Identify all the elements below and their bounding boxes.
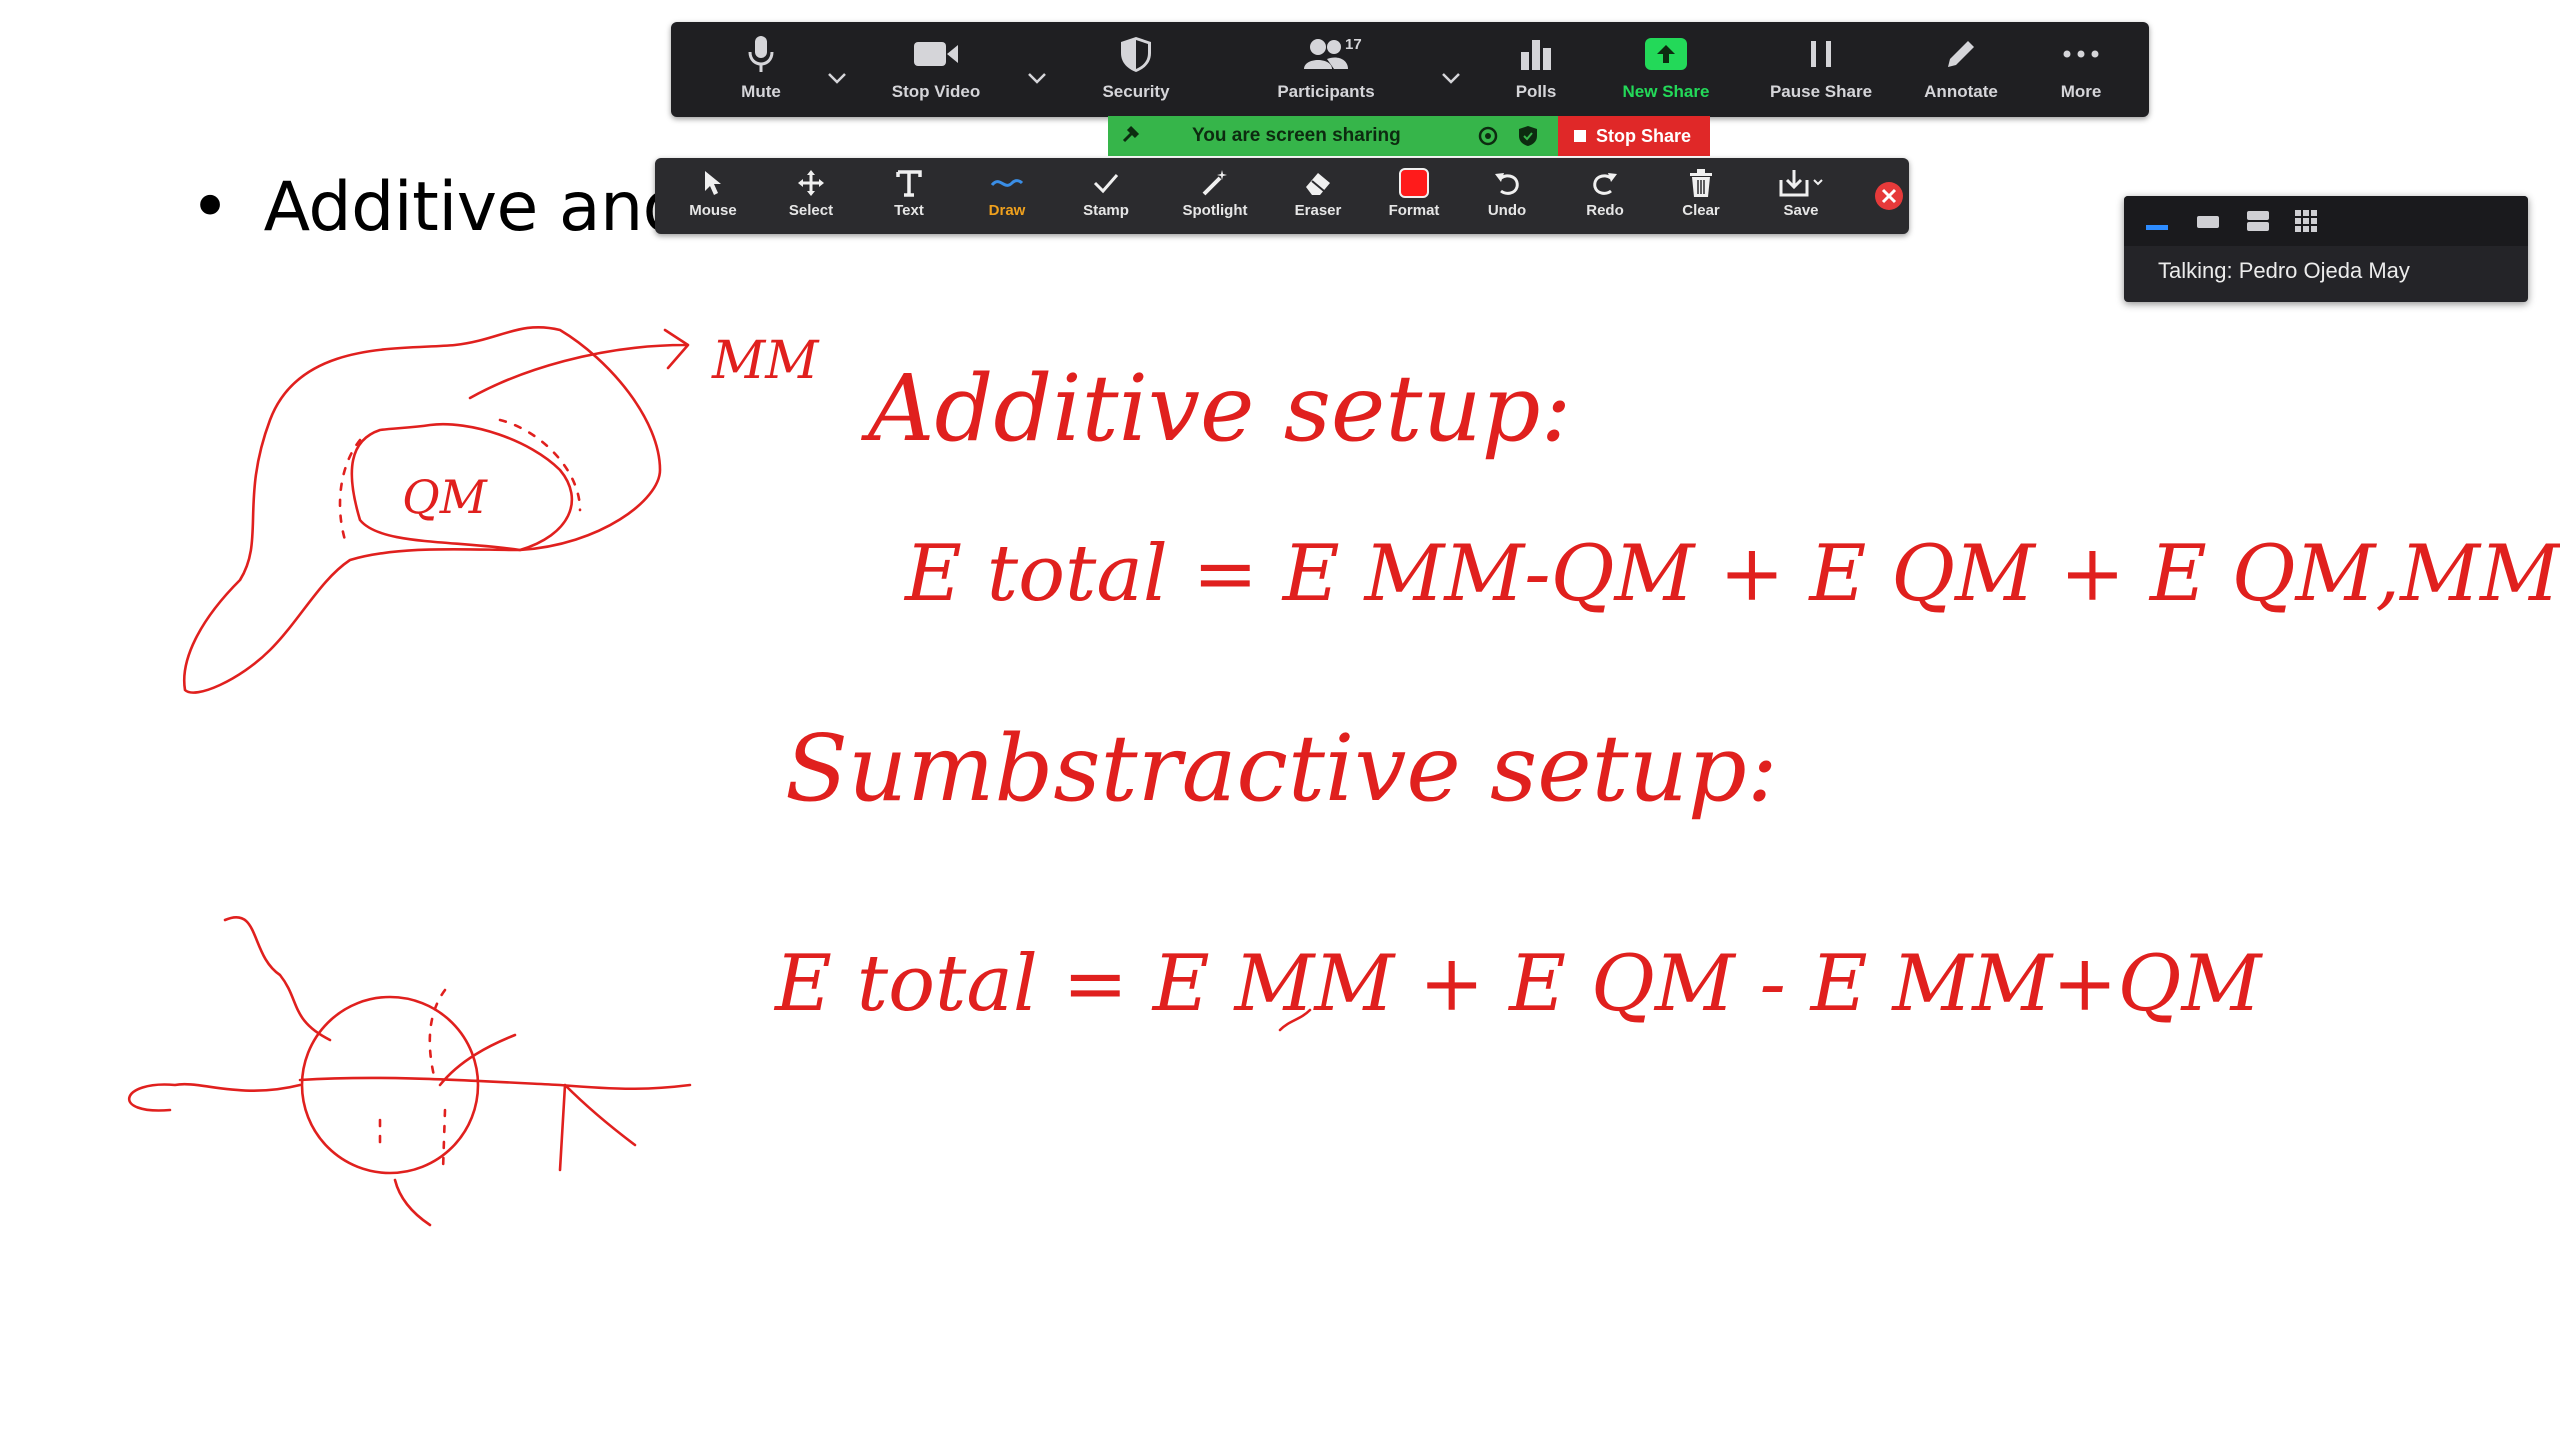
trash-can-icon (1688, 158, 1714, 208)
ink-molecule-sketch (127, 916, 692, 1227)
tool-clear[interactable]: Clear (1661, 158, 1741, 234)
new-share-label: New Share (1622, 82, 1710, 101)
stop-square-icon (1574, 130, 1586, 142)
move-arrows-icon (796, 158, 826, 208)
tool-stamp[interactable]: Stamp (1063, 158, 1149, 234)
participants-button[interactable]: Participants (1246, 22, 1406, 117)
color-swatch-icon (1398, 158, 1430, 208)
pause-share-label: Pause Share (1769, 82, 1873, 101)
tool-save[interactable]: Save (1753, 158, 1849, 234)
single-video-view-icon[interactable] (2194, 208, 2224, 234)
tool-mouse-label: Mouse (689, 202, 737, 219)
ink-label-mm: MM (711, 331, 820, 391)
participants-options-chevron-down-icon[interactable] (1437, 64, 1465, 92)
tool-draw-label: Draw (988, 202, 1026, 219)
tool-spotlight[interactable]: Spotlight (1165, 158, 1265, 234)
more-label: More (2060, 82, 2102, 101)
participants-label: Participants (1277, 82, 1375, 101)
tool-eraser-label: Eraser (1294, 202, 1342, 219)
ink-additive-equation: E total = E MM-QM + E QM + E QM,MM (903, 529, 2560, 619)
ink-arrow-mm (468, 328, 690, 400)
new-share-button[interactable]: New Share (1606, 22, 1726, 117)
pencil-icon (1944, 22, 1978, 86)
ink-additive-setup: Additive setup: (860, 355, 1571, 462)
participants-count-badge: 17 (1345, 36, 1362, 53)
stop-share-label: Stop Share (1596, 125, 1692, 146)
recording-status-icon (1478, 126, 1498, 152)
tool-format[interactable]: Format (1369, 158, 1459, 234)
mute-button[interactable]: Mute (711, 22, 811, 117)
annotation-toolbar: Mouse Select Text Draw Stamp Spotlight E… (655, 158, 1909, 234)
share-arrow-icon (1645, 22, 1687, 86)
share-pin-icon (1120, 125, 1140, 151)
tool-undo-label: Undo (1487, 202, 1527, 219)
save-download-icon (1778, 158, 1824, 208)
cursor-arrow-icon (701, 158, 725, 208)
active-speaker-panel: Talking: Pedro Ojeda May (2124, 196, 2528, 302)
screen-sharing-banner: You are screen sharing (1108, 116, 1558, 156)
participants-icon (1303, 22, 1349, 86)
video-options-chevron-down-icon[interactable] (1023, 64, 1051, 92)
tool-redo[interactable]: Redo (1565, 158, 1645, 234)
tool-mouse[interactable]: Mouse (675, 158, 751, 234)
stop-share-button[interactable]: Stop Share (1558, 116, 1710, 156)
mute-label: Mute (741, 82, 781, 101)
annotate-label: Annotate (1924, 82, 1998, 101)
minimize-view-icon[interactable] (2144, 208, 2174, 234)
talking-indicator: Talking: Pedro Ojeda May (2158, 258, 2410, 283)
tool-save-label: Save (1783, 202, 1819, 219)
security-button[interactable]: Security (1081, 22, 1191, 117)
ink-subtractive-equation: E total = E MM + E QM - E MM+QM (773, 939, 2263, 1029)
annotate-button[interactable]: Annotate (1906, 22, 2016, 117)
tool-spotlight-label: Spotlight (1182, 202, 1248, 219)
shield-icon (1119, 22, 1153, 86)
polls-label: Polls (1515, 82, 1557, 101)
tool-draw[interactable]: Draw (967, 158, 1047, 234)
pause-icon (1808, 22, 1834, 86)
redo-arrow-icon (1590, 158, 1620, 208)
more-button[interactable]: More (2036, 22, 2126, 117)
polls-button[interactable]: Polls (1491, 22, 1581, 117)
microphone-icon (748, 22, 774, 86)
stop-video-label: Stop Video (891, 82, 981, 101)
audio-options-chevron-down-icon[interactable] (823, 64, 851, 92)
tool-stamp-label: Stamp (1083, 202, 1129, 219)
tool-eraser[interactable]: Eraser (1275, 158, 1361, 234)
ellipsis-icon (2063, 22, 2099, 86)
text-t-icon (895, 158, 923, 208)
close-annotation-close-icon[interactable] (1874, 181, 1904, 216)
tool-undo[interactable]: Undo (1467, 158, 1547, 234)
tool-clear-label: Clear (1682, 202, 1720, 219)
video-view-options-bar (2124, 196, 2528, 246)
meeting-controls-toolbar: Mute Stop Video Security Participants 17… (671, 22, 2149, 117)
stop-video-button[interactable]: Stop Video (871, 22, 1001, 117)
squiggle-line-icon (990, 158, 1024, 208)
tool-format-label: Format (1388, 202, 1440, 219)
tool-select[interactable]: Select (773, 158, 849, 234)
bar-chart-icon (1519, 22, 1553, 86)
video-camera-icon (913, 22, 959, 86)
tool-text-label: Text (894, 202, 924, 219)
tool-select-label: Select (788, 202, 834, 219)
eraser-icon (1302, 158, 1334, 208)
magic-wand-icon (1200, 158, 1230, 208)
tool-redo-label: Redo (1586, 202, 1624, 219)
pause-share-button[interactable]: Pause Share (1756, 22, 1886, 117)
speaker-view-icon[interactable] (2244, 208, 2274, 234)
security-label: Security (1102, 82, 1170, 101)
ink-label-qm: QM (402, 470, 489, 524)
encryption-shield-icon (1518, 125, 1538, 153)
undo-arrow-icon (1492, 158, 1522, 208)
ink-subtractive-setup: Sumbstractive setup: (785, 715, 1778, 822)
tool-text[interactable]: Text (871, 158, 947, 234)
checkmark-icon (1092, 158, 1120, 208)
screen-sharing-text: You are screen sharing (1192, 125, 1401, 146)
gallery-view-icon[interactable] (2292, 208, 2322, 234)
